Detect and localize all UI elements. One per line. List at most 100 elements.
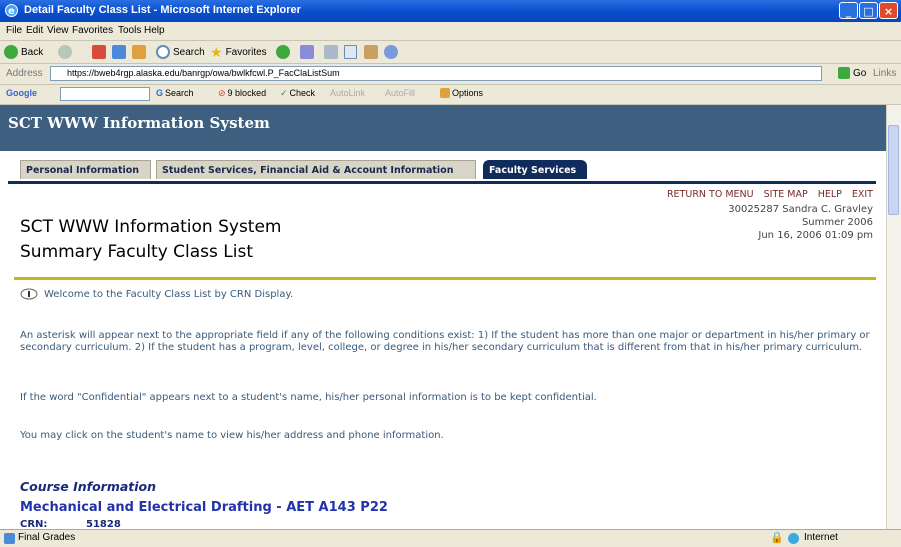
tab-divider [8, 181, 876, 184]
menu-edit[interactable]: Edit [26, 25, 43, 36]
edit-button[interactable] [344, 44, 357, 60]
discuss-button[interactable] [364, 44, 378, 60]
click-name-note: You may click on the student's name to v… [20, 430, 444, 441]
tab-faculty-services[interactable]: Faculty Services [483, 160, 587, 179]
menu-favorites[interactable]: Favorites [72, 25, 113, 36]
user-info: 30025287 Sandra C. Gravley Summer 2006 J… [728, 203, 873, 242]
asterisk-note: An asterisk will appear next to the appr… [20, 330, 870, 353]
minimize-button[interactable]: _ [839, 2, 858, 19]
internet-zone-icon [788, 533, 799, 544]
check-icon: ✓ [280, 88, 288, 98]
google-search-button[interactable]: G Search [156, 88, 194, 98]
search-button[interactable]: Search [156, 44, 205, 60]
return-to-menu-link[interactable]: RETURN TO MENU [667, 189, 754, 200]
discuss-icon [364, 45, 378, 59]
messenger-button[interactable] [384, 44, 398, 60]
search-icon [156, 45, 170, 59]
autolink-button[interactable]: AutoLink [330, 88, 365, 98]
course-title: Mechanical and Electrical Drafting - AET… [20, 500, 388, 515]
page-title: SCT WWW Information System Summary Facul… [20, 215, 281, 265]
course-information-heading: Course Information [20, 479, 157, 494]
address-label: Address [6, 68, 43, 79]
autofill-button[interactable]: AutoFill [385, 88, 415, 98]
page-content: SCT WWW Information System Personal Info… [0, 105, 887, 529]
back-arrow-icon [4, 45, 18, 59]
top-links: RETURN TO MENU SITE MAP HELP EXIT [667, 189, 873, 200]
menu-bar: File Edit View Favorites Tools Help [0, 22, 901, 41]
address-url: https://bweb4rgp.alaska.edu/banrgp/owa/b… [67, 68, 340, 78]
stop-icon [92, 45, 106, 59]
home-button[interactable] [132, 44, 146, 60]
welcome-text: Welcome to the Faculty Class List by CRN… [44, 288, 294, 300]
star-icon: ★ [210, 43, 223, 60]
status-bar: Final Grades 🔒 Internet [0, 529, 901, 547]
page-title-line1: SCT WWW Information System [20, 217, 282, 237]
favorites-button[interactable]: ★ Favorites [210, 44, 267, 60]
history-icon [276, 45, 290, 59]
menu-tools[interactable]: Tools [118, 25, 141, 36]
google-toolbar: Google G Search ⊘ 9 blocked ✓ Check Auto… [0, 85, 901, 105]
print-button[interactable] [324, 44, 338, 60]
google-logo[interactable]: Google [6, 88, 37, 98]
crn-row: CRN: 51828 [20, 519, 121, 529]
mail-icon [300, 45, 314, 59]
google-g-icon: G [156, 88, 164, 98]
page-title-line2: Summary Faculty Class List [20, 242, 254, 262]
confidential-note: If the word "Confidential" appears next … [20, 392, 597, 403]
title-divider [14, 277, 876, 280]
popup-blocked-icon: ⊘ [218, 88, 226, 98]
forward-button[interactable] [58, 44, 72, 60]
status-text: Final Grades [18, 532, 76, 543]
tab-student-services[interactable]: Student Services, Financial Aid & Accoun… [156, 160, 476, 179]
site-banner-title: SCT WWW Information System [8, 114, 270, 132]
google-options-button[interactable]: Options [440, 88, 483, 98]
vertical-scrollbar[interactable] [886, 105, 901, 529]
svg-text:e: e [8, 6, 15, 17]
popup-blocker[interactable]: ⊘ 9 blocked [218, 88, 266, 99]
google-search-input[interactable] [60, 87, 150, 101]
back-button[interactable]: Back [4, 44, 43, 60]
maximize-button[interactable]: □ [859, 2, 878, 19]
go-arrow-icon [838, 67, 850, 79]
home-icon [132, 45, 146, 59]
menu-view[interactable]: View [47, 25, 69, 36]
menu-file[interactable]: File [6, 25, 22, 36]
links-button[interactable]: Links [873, 68, 896, 79]
address-bar: Address https://bweb4rgp.alaska.edu/banr… [0, 64, 901, 85]
messenger-icon [384, 45, 398, 59]
history-button[interactable] [276, 44, 290, 60]
options-icon [440, 88, 450, 98]
internet-zone-label: Internet [804, 532, 838, 543]
mail-button[interactable] [300, 44, 314, 60]
spell-check-button[interactable]: ✓ Check [280, 88, 315, 99]
forward-arrow-icon [58, 45, 72, 59]
term: Summer 2006 [801, 217, 873, 228]
crn-value: 51828 [86, 519, 121, 529]
site-banner: SCT WWW Information System [0, 105, 887, 151]
site-map-link[interactable]: SITE MAP [764, 189, 808, 200]
window-title: Detail Faculty Class List - Microsoft In… [24, 4, 301, 16]
navigation-tabs: Personal Information Student Services, F… [0, 151, 887, 183]
refresh-icon [112, 45, 126, 59]
exit-link[interactable]: EXIT [852, 189, 873, 200]
welcome-message: Welcome to the Faculty Class List by CRN… [20, 288, 293, 300]
scrollbar-thumb[interactable] [888, 125, 899, 215]
internet-explorer-icon: e [5, 4, 18, 17]
user-id-name: 30025287 Sandra C. Gravley [728, 204, 873, 215]
print-icon [324, 45, 338, 59]
stop-button[interactable] [92, 44, 106, 60]
date-time: Jun 16, 2006 01:09 pm [758, 230, 873, 241]
edit-page-icon [344, 45, 357, 59]
window-title-bar[interactable]: e Detail Faculty Class List - Microsoft … [0, 0, 901, 22]
lock-icon: 🔒 [770, 532, 784, 544]
info-icon [20, 288, 38, 300]
tab-personal-information[interactable]: Personal Information [20, 160, 151, 179]
standard-toolbar: Back Search ★ Favorites [0, 41, 901, 64]
menu-help[interactable]: Help [144, 25, 165, 36]
help-link[interactable]: HELP [818, 189, 842, 200]
close-button[interactable]: × [879, 2, 898, 19]
address-input[interactable]: https://bweb4rgp.alaska.edu/banrgp/owa/b… [50, 66, 822, 81]
go-button[interactable]: Go [838, 67, 866, 79]
refresh-button[interactable] [112, 44, 126, 60]
page-status-icon [4, 533, 15, 544]
